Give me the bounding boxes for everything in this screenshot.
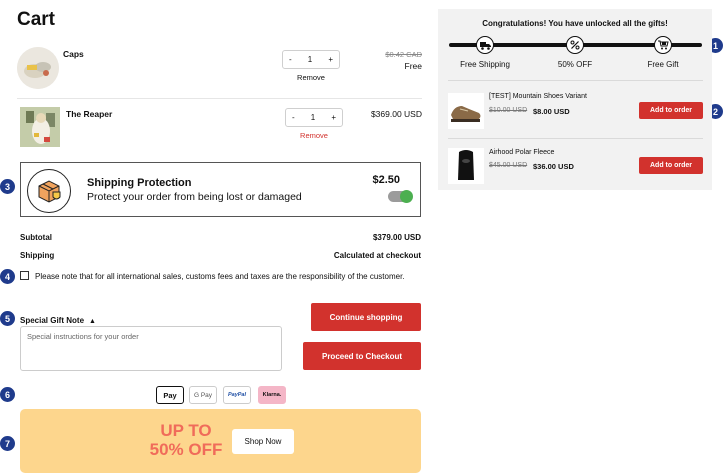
annotation-marker: 3: [0, 179, 15, 194]
add-to-order-button[interactable]: Add to order: [639, 157, 703, 174]
annotation-marker: 5: [0, 311, 15, 326]
google-pay-icon: G Pay: [189, 386, 217, 404]
cart-item: The Reaper - 1 + Remove $369.00 USD: [17, 107, 422, 149]
shipping-value: Calculated at checkout: [333, 251, 421, 260]
offer-thumbnail[interactable]: [448, 148, 484, 184]
step-label-free-shipping: Free Shipping: [460, 60, 510, 69]
quantity-stepper[interactable]: - 1 +: [285, 108, 343, 127]
item-price: Free: [404, 61, 422, 71]
item-name[interactable]: The Reaper: [66, 109, 112, 119]
truck-icon: [476, 36, 494, 54]
decrease-quantity-button[interactable]: -: [292, 113, 295, 122]
shipping-label: Shipping: [20, 251, 55, 260]
protection-price: $2.50: [372, 174, 400, 186]
offer-price: $36.00 USD: [533, 162, 574, 171]
promo-banner[interactable]: UP TO 50% OFF Shop Now: [20, 409, 421, 473]
offer-price: $8.00 USD: [533, 107, 570, 116]
panel-divider: [448, 138, 703, 139]
annotation-marker: 7: [0, 436, 15, 451]
percent-icon: [566, 36, 584, 54]
customs-notice: Please note that for all international s…: [20, 271, 420, 282]
protection-subtitle: Protect your order from being lost or da…: [87, 191, 302, 203]
package-shield-icon: [27, 169, 71, 213]
offer-name[interactable]: [TEST] Mountain Shoes Variant: [489, 93, 587, 100]
quantity-value[interactable]: 1: [311, 113, 315, 122]
quantity-stepper[interactable]: - 1 +: [282, 50, 340, 69]
shop-now-button[interactable]: Shop Now: [232, 429, 294, 454]
gift-note-label[interactable]: Special Gift Note ▲: [20, 316, 96, 325]
offer-compare-price: $10.00 USD: [489, 107, 528, 114]
protection-title: Shipping Protection: [87, 177, 192, 189]
notice-checkbox[interactable]: [20, 271, 29, 280]
subtotal-row: Subtotal $379.00 USD: [20, 233, 421, 242]
subtotal-label: Subtotal: [20, 233, 52, 242]
klarna-icon: Klarna.: [258, 386, 286, 404]
step-label-free-gift: Free Gift: [647, 60, 679, 69]
item-thumbnail[interactable]: [20, 107, 60, 147]
offer-compare-price: $45.00 USD: [489, 162, 528, 169]
apple-pay-icon: Pay: [156, 386, 184, 404]
notice-text: Please note that for all international s…: [35, 272, 405, 281]
add-to-order-button[interactable]: Add to order: [639, 102, 703, 119]
rewards-panel: Congratulations! You have unlocked all t…: [438, 9, 712, 190]
protection-toggle[interactable]: [388, 190, 413, 203]
cart-item: Caps - 1 + Remove $0.42 CAD Free: [17, 47, 422, 92]
compare-price: $0.42 CAD: [385, 50, 422, 59]
gift-note-title: Special Gift Note: [20, 316, 85, 325]
offer-name[interactable]: Airhood Polar Fleece: [489, 149, 554, 156]
decrease-quantity-button[interactable]: -: [289, 55, 292, 64]
annotation-marker: 6: [0, 387, 15, 402]
continue-shopping-button[interactable]: Continue shopping: [311, 303, 421, 331]
item-thumbnail[interactable]: [17, 47, 59, 89]
promo-headline: UP TO 50% OFF: [146, 421, 226, 459]
promo-line-2: 50% OFF: [149, 440, 223, 459]
subtotal-value: $379.00 USD: [372, 233, 421, 242]
gift-note-field[interactable]: [20, 326, 282, 371]
panel-divider: [448, 80, 703, 81]
step-label-50-off: 50% OFF: [557, 60, 593, 69]
checkout-button[interactable]: Proceed to Checkout: [303, 342, 421, 370]
gift-cart-icon: [654, 36, 672, 54]
shipping-protection-box: Shipping Protection Protect your order f…: [20, 162, 421, 217]
item-name[interactable]: Caps: [63, 49, 84, 59]
item-price: $369.00 USD: [370, 109, 422, 119]
quantity-value[interactable]: 1: [308, 55, 312, 64]
cart-title: Cart: [17, 9, 56, 30]
annotation-marker: 4: [0, 269, 15, 284]
chevron-up-icon[interactable]: ▲: [89, 318, 96, 325]
item-divider: [17, 98, 422, 99]
remove-link[interactable]: Remove: [281, 73, 341, 82]
remove-link[interactable]: Remove: [284, 131, 344, 140]
paypal-icon: PayPal: [223, 386, 251, 404]
promo-line-1: UP TO: [160, 421, 212, 440]
rewards-title: Congratulations! You have unlocked all t…: [482, 19, 668, 28]
shipping-row: Shipping Calculated at checkout: [20, 251, 421, 260]
increase-quantity-button[interactable]: +: [328, 55, 333, 64]
increase-quantity-button[interactable]: +: [331, 113, 336, 122]
offer-thumbnail[interactable]: [448, 93, 484, 129]
